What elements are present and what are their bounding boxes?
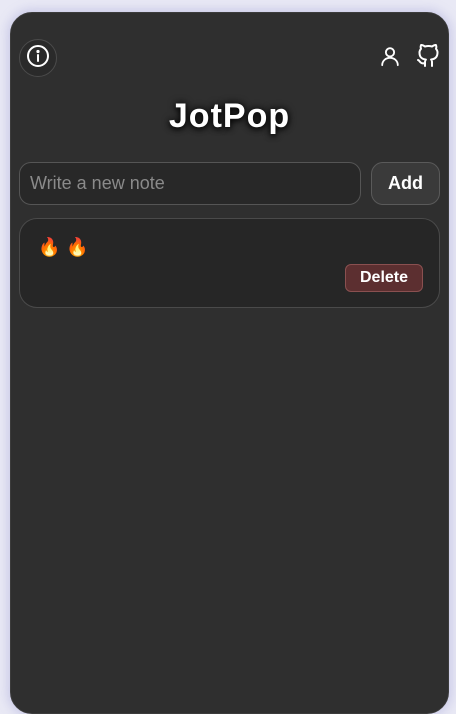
notes-list: 🔥🔥 Delete — [19, 218, 440, 308]
app-title: JotPop — [168, 97, 291, 135]
info-button[interactable] — [19, 39, 57, 77]
add-button[interactable]: Add — [371, 162, 440, 205]
user-button[interactable] — [378, 46, 402, 70]
note-card: 🔥🔥 Delete — [19, 218, 440, 308]
top-bar — [19, 39, 440, 77]
compose-bar: Add — [19, 162, 440, 206]
github-icon — [416, 43, 440, 73]
info-circle-icon — [26, 44, 50, 73]
github-button[interactable] — [416, 43, 440, 73]
user-icon — [379, 45, 401, 72]
delete-button[interactable]: Delete — [345, 264, 423, 292]
app-container: JotPop Add 🔥🔥 Delete — [10, 12, 449, 714]
new-note-input[interactable] — [19, 162, 361, 205]
note-text: 🔥🔥 — [38, 237, 95, 257]
header-actions — [378, 43, 440, 73]
